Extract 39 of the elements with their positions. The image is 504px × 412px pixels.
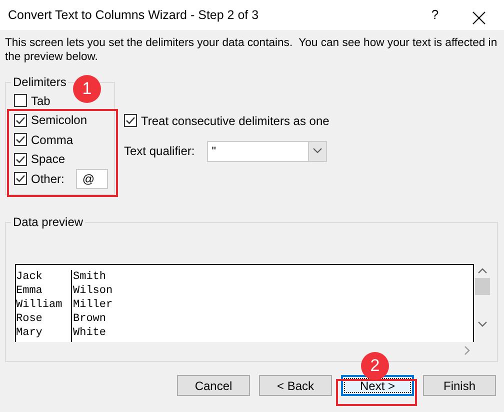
scrollbar-thumb[interactable]: [474, 278, 490, 295]
instructions-text: This screen lets you set the delimiters your data contains. You can see how your text is affected in the preview below.: [4, 36, 498, 65]
qualifier-dropdown[interactable]: ": [206, 140, 327, 162]
checkbox-label: Space: [31, 151, 66, 168]
checkbox-label: Tab: [31, 92, 50, 110]
table-cell-text: Brown: [73, 312, 108, 326]
checkbox-label: Other:: [31, 170, 64, 188]
table-cell-text: Smith: [73, 270, 108, 284]
checkbox[interactable]: [14, 152, 27, 166]
group-title: Delimiters: [11, 75, 68, 89]
checkbox-label: Semicolon: [31, 112, 88, 130]
scroll-up-icon[interactable]: [478, 268, 486, 274]
wizard-button[interactable]: < Back: [259, 375, 332, 396]
caret-icon: [312, 148, 322, 154]
scroll-down-icon[interactable]: [478, 321, 486, 327]
checkbox[interactable]: [124, 114, 137, 128]
checkbox-label: Comma: [31, 132, 74, 149]
checkbox-label: Treat consecutive delimiters as one: [141, 112, 330, 130]
step-marker: 1: [73, 75, 101, 103]
other-field[interactable]: @: [76, 168, 108, 189]
table-cell: Miller: [73, 298, 113, 312]
table-cell: Wilson: [73, 284, 113, 298]
help-button[interactable]: ?: [420, 5, 450, 25]
table-cell-text: White: [73, 326, 108, 340]
step-marker: 2: [361, 352, 389, 380]
wizard-button[interactable]: Finish: [423, 375, 496, 396]
table-cell-text: Emma: [16, 284, 44, 298]
table-cell-text: William: [16, 298, 64, 312]
checkbox[interactable]: [14, 172, 27, 186]
table-cell-text: Jack: [16, 270, 44, 284]
checkbox[interactable]: [14, 114, 27, 127]
field-label: Text qualifier:: [124, 143, 195, 160]
table-cell-text: Rose: [16, 312, 44, 326]
group-title: Data preview: [11, 215, 86, 229]
table-cell-text: Mary: [16, 326, 44, 340]
wizard-button[interactable]: Cancel: [177, 375, 250, 396]
window-title: Convert Text to Columns Wizard - Step 2 of 3: [8, 6, 260, 24]
checkbox[interactable]: [14, 94, 27, 108]
checkbox[interactable]: [14, 133, 27, 146]
